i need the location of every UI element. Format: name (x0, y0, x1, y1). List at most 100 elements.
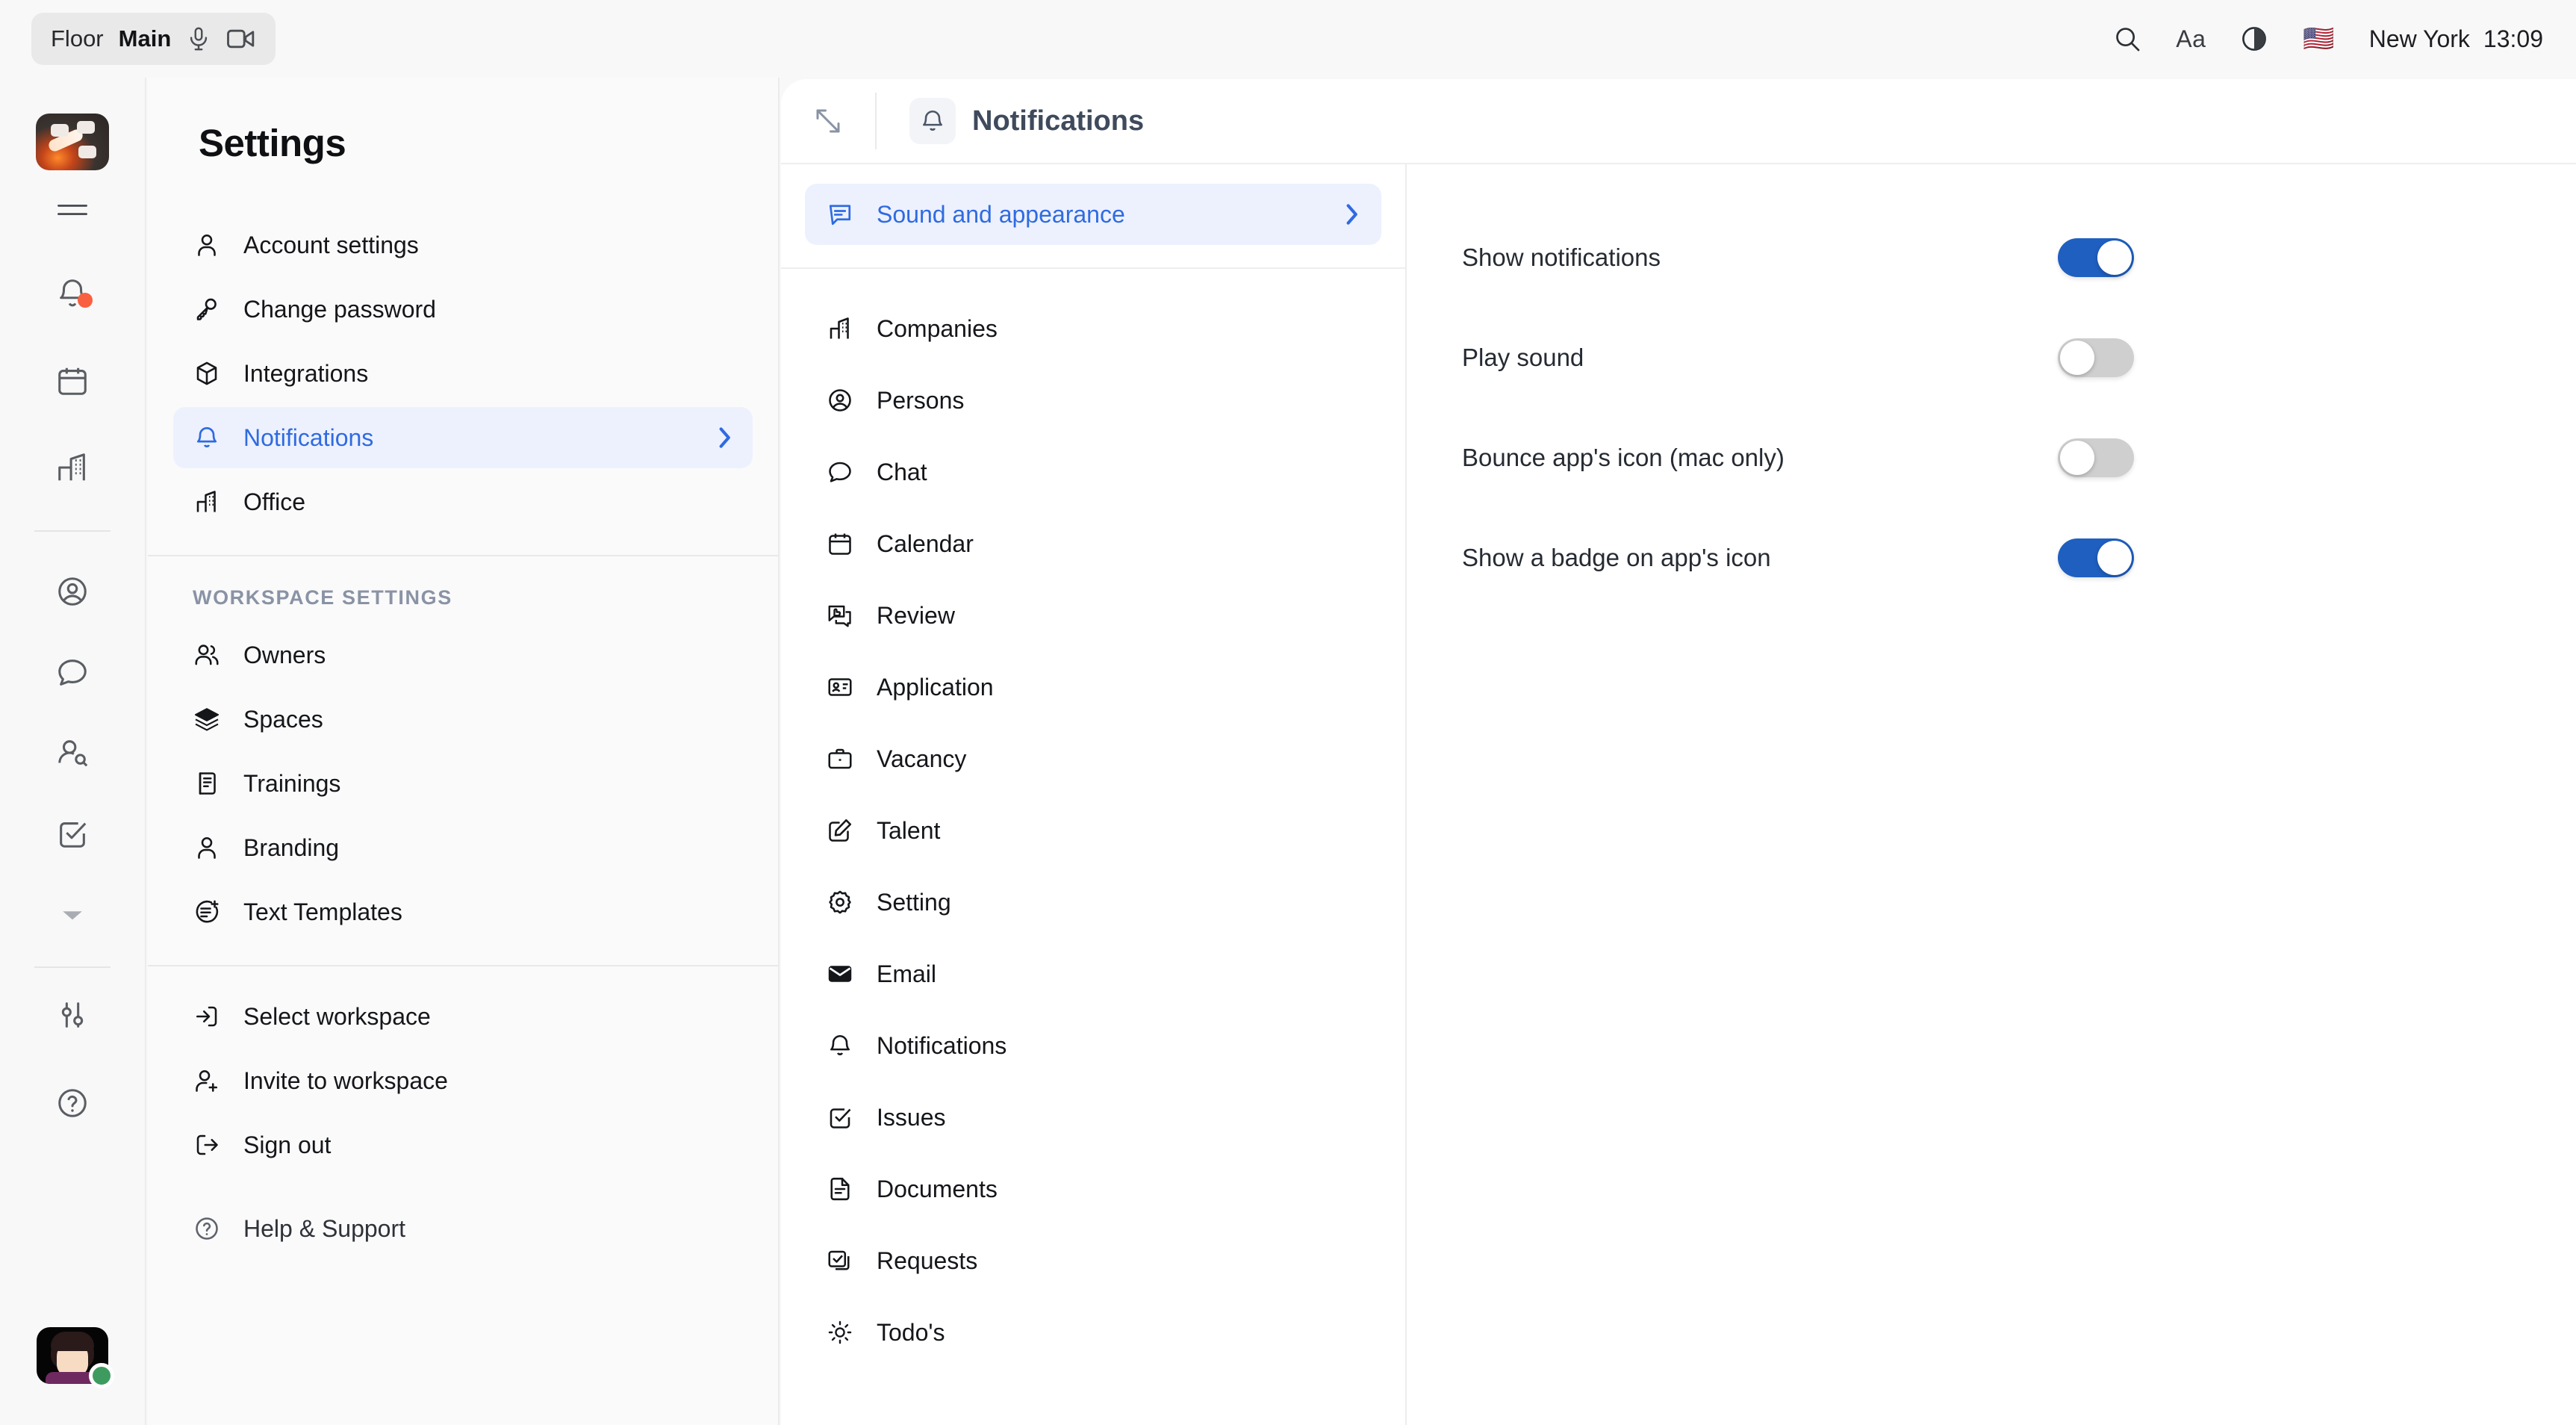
preference-row-show-badge: Show a badge on app's icon (1462, 508, 2134, 608)
sidebar-divider-2 (148, 965, 778, 966)
page-title: Settings (199, 122, 346, 164)
category-list: Companies Persons Chat Calendar Review A… (781, 269, 1405, 1368)
list-item-issues[interactable]: Issues (805, 1081, 1381, 1153)
list-item-calendar[interactable]: Calendar (805, 508, 1381, 580)
preference-row-show-notifications: Show notifications (1462, 208, 2134, 308)
chat-bubble-icon[interactable] (0, 632, 146, 712)
login-arrow-icon (193, 1002, 221, 1031)
notification-preferences-column: Show notifications Play sound Bounce app… (1407, 164, 2576, 1425)
floor-selector[interactable]: Floor Main (31, 13, 276, 65)
toggle-play-sound[interactable] (2058, 338, 2134, 377)
clock-widget[interactable]: New York 13:09 (2369, 25, 2543, 53)
chevron-right-icon (1343, 202, 1360, 226)
sidebar-item-office[interactable]: Office (173, 471, 753, 533)
rail-divider-1 (34, 530, 111, 532)
list-item-chat[interactable]: Chat (805, 436, 1381, 508)
font-size-button[interactable]: Aa (2176, 25, 2206, 53)
list-item-review[interactable]: Review (805, 580, 1381, 651)
id-card-icon (826, 673, 854, 701)
sidebar-item-trainings[interactable]: Trainings (173, 753, 753, 814)
sidebar-item-change-password[interactable]: Change password (173, 279, 753, 340)
country-flag-icon[interactable]: 🇺🇸 (2303, 26, 2334, 52)
user-search-icon[interactable] (0, 712, 146, 793)
sidebar-item-label: Sign out (243, 1131, 332, 1158)
collapse-diagonal-icon[interactable] (781, 105, 875, 137)
settings-sidebar: Settings Account settings Change passwor… (148, 78, 780, 1425)
toggle-bounce-app-icon[interactable] (2058, 438, 2134, 477)
list-item-label: Issues (877, 1103, 946, 1131)
sidebar-item-help-support[interactable]: Help & Support (173, 1198, 753, 1259)
app-logo[interactable] (36, 114, 109, 170)
sidebar-item-select-workspace[interactable]: Select workspace (173, 986, 753, 1047)
list-item-setting[interactable]: Setting (805, 866, 1381, 938)
help-circle-icon[interactable] (0, 1062, 146, 1144)
cube-icon (193, 359, 221, 388)
chevron-right-icon (715, 426, 733, 450)
sidebar-item-branding[interactable]: Branding (173, 817, 753, 878)
message-lines-icon (826, 200, 854, 229)
workspace-settings-group: Owners Spaces Trainings Branding Text Te… (148, 624, 778, 943)
list-item-persons[interactable]: Persons (805, 364, 1381, 436)
top-bar-actions: Aa 🇺🇸 New York 13:09 (2113, 25, 2543, 53)
sidebar-item-spaces[interactable]: Spaces (173, 689, 753, 750)
check-square-icon[interactable] (0, 793, 146, 874)
review-thumbsup-icon (826, 601, 854, 630)
sidebar-item-label: Change password (243, 295, 436, 323)
sidebar-item-owners[interactable]: Owners (173, 624, 753, 686)
list-item-email[interactable]: Email (805, 938, 1381, 1010)
list-item-label: Persons (877, 386, 965, 414)
sound-appearance-section: Sound and appearance (781, 164, 1405, 269)
user-avatar[interactable] (0, 1320, 146, 1425)
sun-icon (826, 1318, 854, 1347)
document-plus-icon (193, 898, 221, 926)
contrast-icon[interactable] (2240, 25, 2268, 53)
left-icon-rail (0, 78, 146, 1425)
sidebar-item-notifications[interactable]: Notifications (173, 407, 753, 468)
list-item-label: Email (877, 960, 937, 987)
video-camera-icon[interactable] (226, 26, 256, 52)
list-item-companies[interactable]: Companies (805, 293, 1381, 364)
sidebar-item-label: Text Templates (243, 898, 402, 925)
person-plus-icon (193, 1067, 221, 1095)
preference-label: Show a badge on app's icon (1462, 544, 1771, 571)
sidebar-item-label: Help & Support (243, 1214, 406, 1242)
list-item-documents[interactable]: Documents (805, 1153, 1381, 1225)
list-item-label: Todo's (877, 1318, 945, 1346)
sidebar-item-label: Trainings (243, 769, 341, 797)
toggle-show-badge[interactable] (2058, 538, 2134, 577)
person-icon (193, 833, 221, 862)
bell-icon (909, 98, 956, 144)
microphone-icon[interactable] (186, 25, 211, 53)
list-item-application[interactable]: Application (805, 651, 1381, 723)
sidebar-item-integrations[interactable]: Integrations (173, 343, 753, 404)
office-building-icon (826, 314, 854, 343)
city-label: New York (2368, 25, 2470, 52)
bell-icon[interactable] (0, 249, 146, 338)
list-item-label: Documents (877, 1175, 998, 1202)
sidebar-item-label: Notifications (243, 423, 374, 451)
sidebar-item-invite-to-workspace[interactable]: Invite to workspace (173, 1050, 753, 1111)
bell-icon (193, 423, 221, 452)
sliders-icon[interactable] (0, 968, 146, 1062)
list-item-notifications[interactable]: Notifications (805, 1010, 1381, 1081)
row-sound-and-appearance[interactable]: Sound and appearance (805, 184, 1381, 245)
chevron-down-icon[interactable] (0, 874, 146, 956)
sidebar-item-sign-out[interactable]: Sign out (173, 1114, 753, 1176)
search-icon[interactable] (2113, 25, 2141, 53)
list-item-vacancy[interactable]: Vacancy (805, 723, 1381, 795)
list-item-requests[interactable]: Requests (805, 1225, 1381, 1297)
envelope-icon (826, 960, 854, 988)
bell-icon (826, 1031, 854, 1060)
notification-categories-column: Sound and appearance Companies Persons C… (781, 164, 1407, 1425)
calendar-icon[interactable] (0, 338, 146, 424)
list-item-label: Application (877, 673, 994, 701)
user-circle-icon[interactable] (0, 551, 146, 632)
sidebar-item-label: Invite to workspace (243, 1067, 448, 1094)
sidebar-item-text-templates[interactable]: Text Templates (173, 881, 753, 943)
list-item-talent[interactable]: Talent (805, 795, 1381, 866)
toggle-show-notifications[interactable] (2058, 238, 2134, 277)
sidebar-item-account-settings[interactable]: Account settings (173, 214, 753, 276)
menu-icon[interactable] (0, 170, 146, 249)
office-building-icon[interactable] (0, 424, 146, 511)
list-item-todos[interactable]: Todo's (805, 1297, 1381, 1368)
